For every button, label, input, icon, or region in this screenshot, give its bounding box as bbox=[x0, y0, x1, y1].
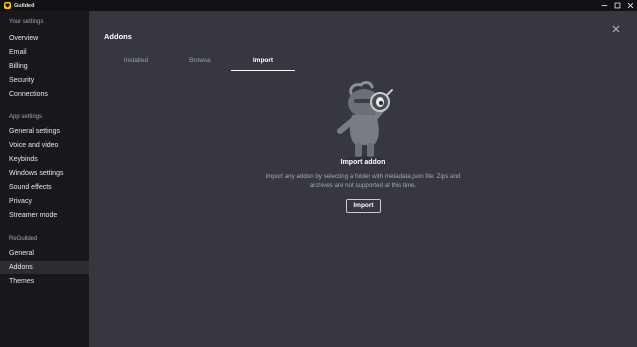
close-settings-button[interactable] bbox=[610, 22, 622, 34]
sidebar-item-windows-settings[interactable]: Windows settings bbox=[0, 167, 89, 180]
sidebar-item-email[interactable]: Email bbox=[0, 46, 89, 59]
maximize-icon bbox=[614, 2, 621, 9]
app-name: Guilded bbox=[14, 2, 35, 9]
minimize-icon bbox=[601, 5, 608, 6]
empty-state-title: Import addon bbox=[340, 159, 386, 166]
sidebar-item-billing[interactable]: Billing bbox=[0, 60, 89, 73]
sidebar-item-connections[interactable]: Connections bbox=[0, 88, 89, 101]
settings-sidebar: Your settings Overview Email Billing Sec… bbox=[0, 11, 89, 347]
knight-illustration-icon bbox=[330, 79, 405, 164]
section-label-reguilded: ReGuilded bbox=[9, 236, 38, 242]
tab-installed[interactable]: Installed bbox=[104, 56, 168, 70]
app-window: Guilded Your settings Overview Email Bil… bbox=[0, 0, 637, 347]
sidebar-item-overview[interactable]: Overview bbox=[0, 32, 89, 45]
title-bar: Guilded bbox=[0, 0, 637, 11]
window-controls bbox=[598, 0, 637, 11]
sidebar-item-streamer-mode[interactable]: Streamer mode bbox=[0, 209, 89, 222]
empty-state-description: Import any addon by selecting a folder w… bbox=[265, 173, 461, 189]
close-icon bbox=[612, 25, 620, 33]
tab-import[interactable]: Import bbox=[231, 56, 295, 71]
sidebar-item-voice-and-video[interactable]: Voice and video bbox=[0, 139, 89, 152]
section-label-your-settings: Your settings bbox=[9, 19, 44, 25]
settings-content: Addons Installed Browse Import Import ad… bbox=[89, 11, 637, 347]
sidebar-item-themes[interactable]: Themes bbox=[0, 275, 89, 288]
minimize-button[interactable] bbox=[598, 0, 611, 11]
maximize-button[interactable] bbox=[611, 0, 624, 11]
guilded-logo-icon bbox=[4, 2, 11, 9]
sidebar-item-addons[interactable]: Addons bbox=[0, 261, 89, 274]
tab-browse[interactable]: Browse bbox=[168, 56, 232, 70]
section-label-app-settings: App settings bbox=[9, 114, 43, 120]
sidebar-item-keybinds[interactable]: Keybinds bbox=[0, 153, 89, 166]
page-title: Addons bbox=[104, 32, 132, 41]
sidebar-item-general[interactable]: General bbox=[0, 247, 89, 260]
sidebar-item-security[interactable]: Security bbox=[0, 74, 89, 87]
sidebar-item-sound-effects[interactable]: Sound effects bbox=[0, 181, 89, 194]
sidebar-item-privacy[interactable]: Privacy bbox=[0, 195, 89, 208]
import-button[interactable]: Import bbox=[346, 199, 381, 213]
sidebar-item-general-settings[interactable]: General settings bbox=[0, 125, 89, 138]
close-icon bbox=[627, 2, 634, 9]
addon-tabs: Installed Browse Import bbox=[104, 56, 369, 71]
close-window-button[interactable] bbox=[624, 0, 637, 11]
